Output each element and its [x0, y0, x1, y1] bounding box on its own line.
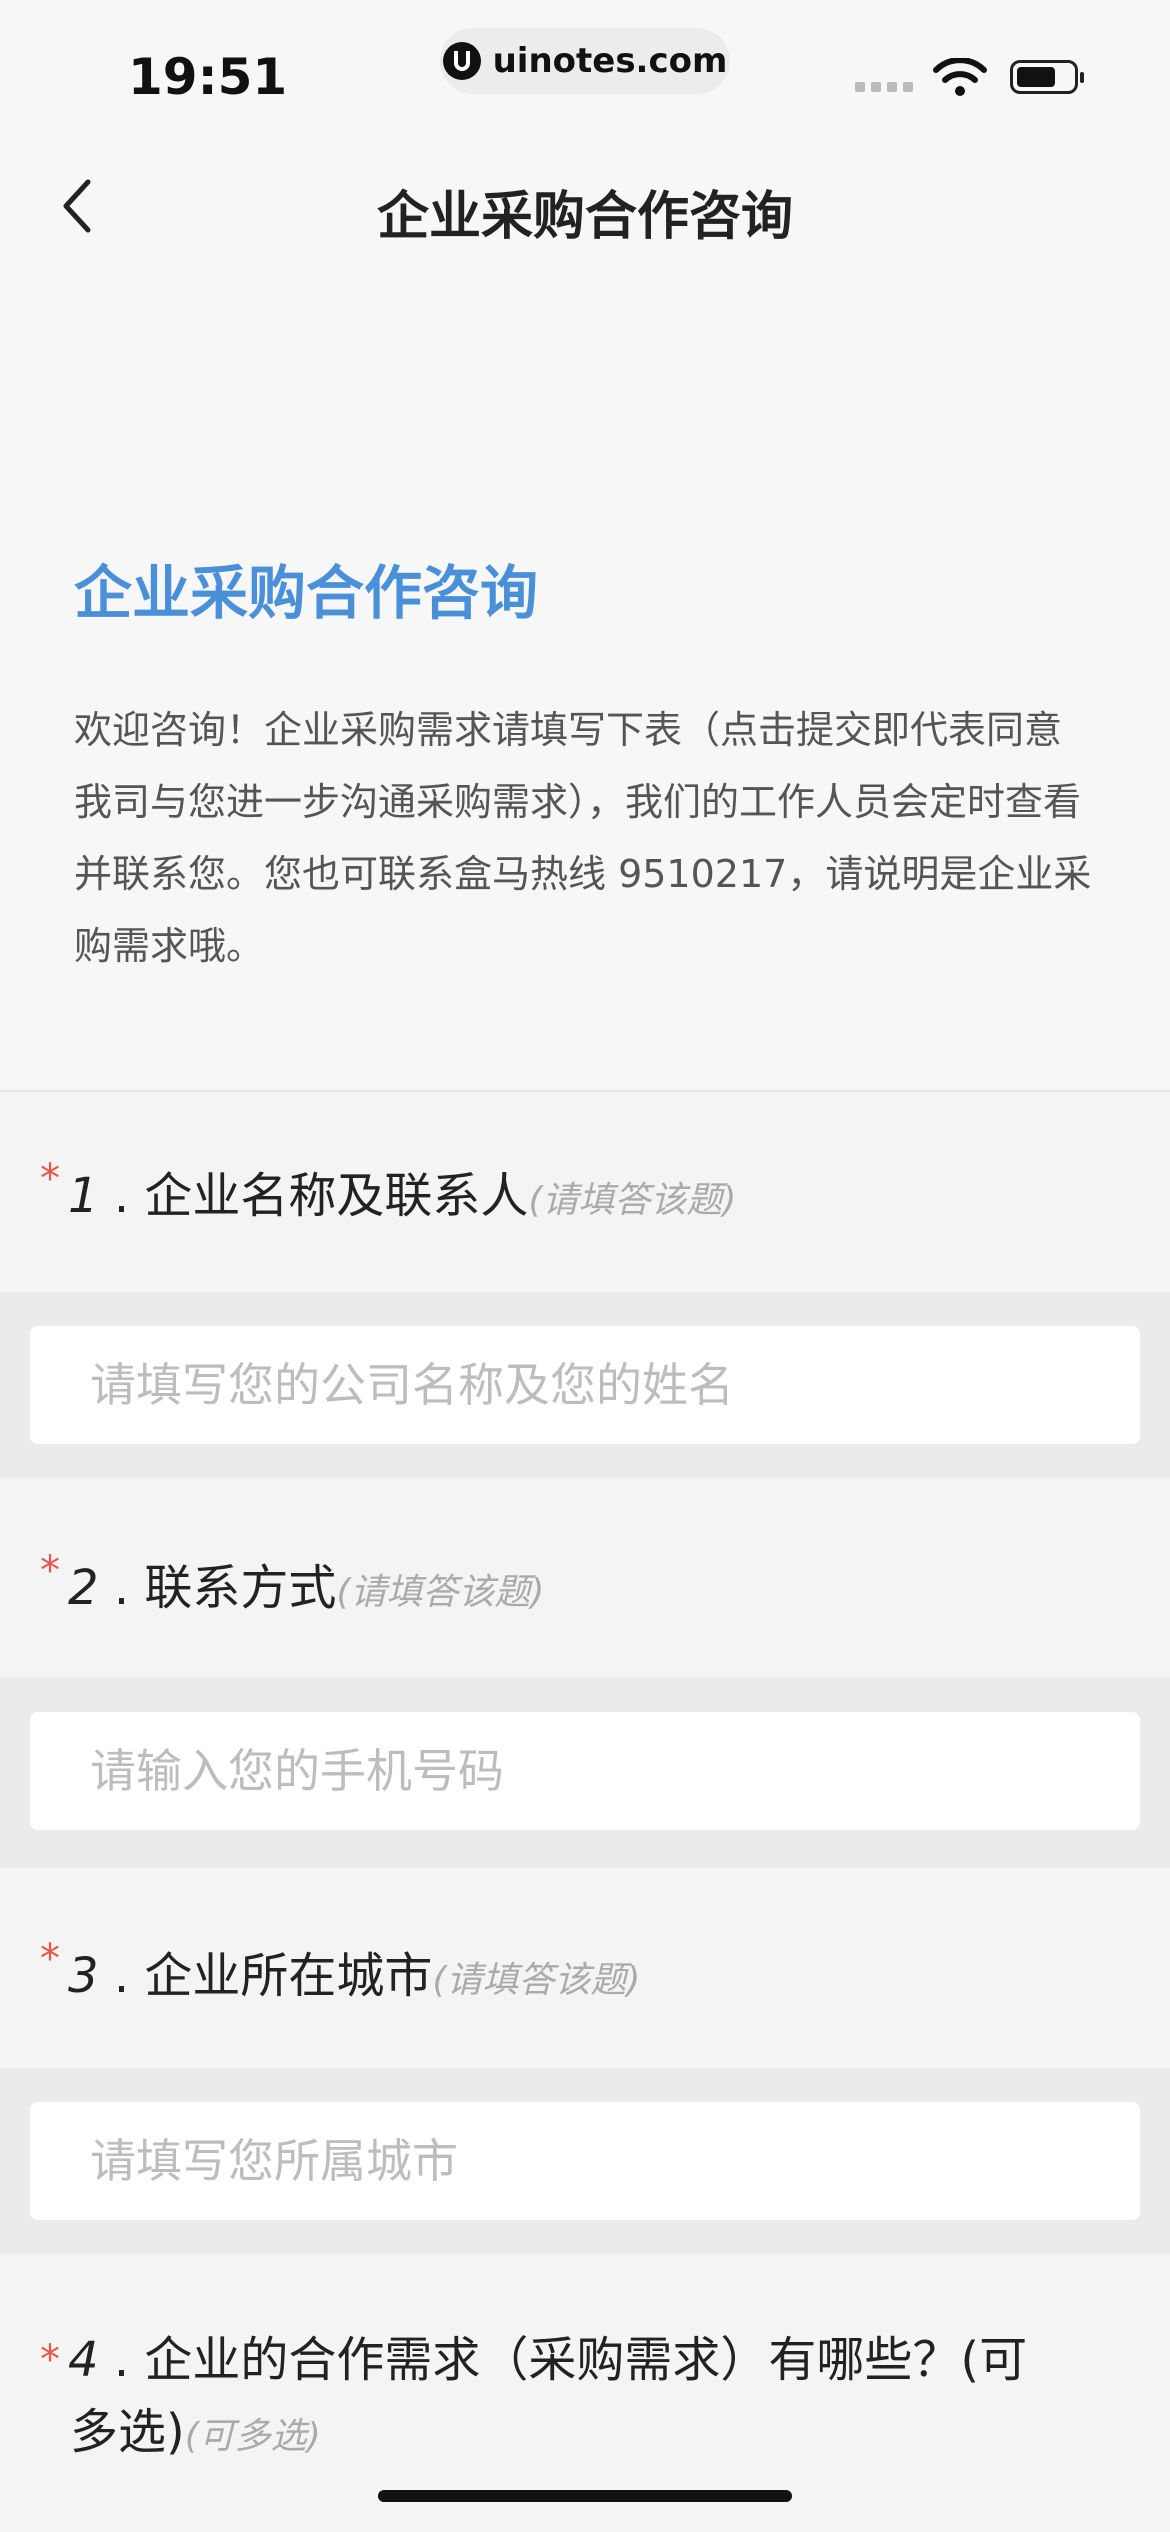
question-text-cont: 多选): [70, 2404, 185, 2460]
question-3: * 3 . 企业所在城市(请填答该题): [0, 1868, 1170, 2068]
answer-band-3: [0, 2068, 1170, 2254]
question-3-label: * 3 . 企业所在城市(请填答该题): [40, 1936, 640, 2006]
question-text: 企业名称及联系人: [144, 1168, 529, 1224]
phone-input[interactable]: [30, 1712, 1140, 1830]
question-text: 企业的合作需求（采购需求）有哪些？(可: [144, 2332, 1028, 2388]
question-2: * 2 . 联系方式(请填答该题): [0, 1478, 1170, 1678]
city-input[interactable]: [30, 2102, 1140, 2220]
required-mark: *: [40, 2337, 60, 2383]
cellular-signal-icon: [855, 82, 913, 92]
question-hint: (请填答该题): [432, 1960, 641, 2001]
question-separator: .: [113, 1948, 130, 2004]
question-number: 4: [68, 2332, 99, 2388]
answer-band-1: [0, 1292, 1170, 1478]
form-heading: 企业采购合作咨询: [74, 559, 539, 627]
status-bar: 19:51 uinotes.com: [0, 0, 1170, 150]
url-pill[interactable]: uinotes.com: [440, 28, 730, 94]
battery-icon: [1010, 60, 1084, 94]
question-text: 联系方式: [144, 1560, 337, 1616]
question-hint: (可多选): [184, 2416, 321, 2457]
question-number: 1: [68, 1168, 99, 1224]
question-separator: .: [113, 1560, 130, 1616]
required-mark: *: [40, 1936, 60, 1982]
intro-text: 欢迎咨询！企业采购需求请填写下表（点击提交即代表同意我司与您进一步沟通采购需求）…: [74, 708, 1092, 968]
page-title: 企业采购合作咨询: [376, 187, 793, 247]
question-1-label: * 1 . 企业名称及联系人(请填答该题): [40, 1156, 736, 1226]
intro-section: 企业采购合作咨询 欢迎咨询！企业采购需求请填写下表（点击提交即代表同意我司与您进…: [0, 270, 1170, 1090]
question-number: 2: [68, 1560, 99, 1616]
answer-band-2: [0, 1678, 1170, 1868]
status-time: 19:51: [128, 48, 288, 106]
question-2-label: * 2 . 联系方式(请填答该题): [40, 1548, 544, 1618]
question-separator: .: [113, 2332, 130, 2388]
required-mark: *: [40, 1548, 60, 1594]
nav-bar: 企业采购合作咨询: [0, 150, 1170, 270]
question-text: 企业所在城市: [144, 1948, 433, 2004]
wifi-icon: [933, 58, 987, 96]
question-1: * 1 . 企业名称及联系人(请填答该题): [0, 1092, 1170, 1292]
url-text: uinotes.com: [492, 41, 728, 81]
required-mark: *: [40, 1156, 60, 1202]
question-separator: .: [113, 1168, 130, 1224]
question-hint: (请填答该题): [528, 1180, 737, 1221]
question-4-label: * 4 . 企业的合作需求（采购需求）有哪些？(可 多选)(可多选): [40, 2324, 1100, 2473]
site-logo-icon: [442, 42, 481, 80]
company-contact-input[interactable]: [30, 1326, 1140, 1444]
question-hint: (请填答该题): [336, 1572, 545, 1613]
home-indicator[interactable]: [378, 2490, 792, 2502]
question-number: 3: [68, 1948, 99, 2004]
